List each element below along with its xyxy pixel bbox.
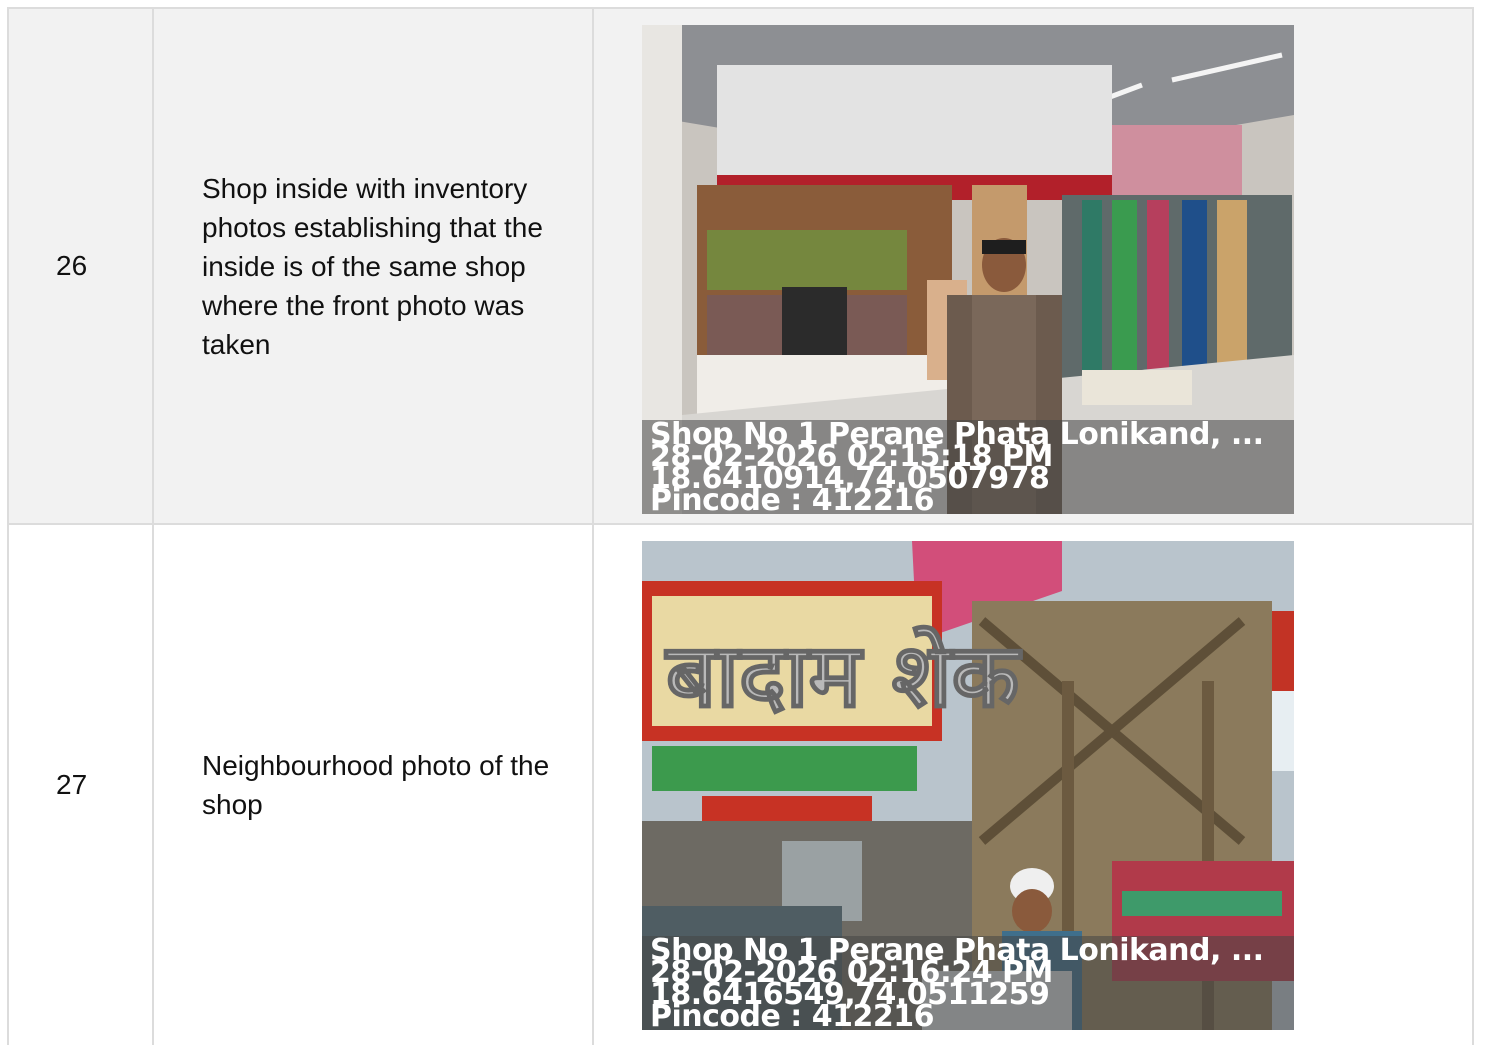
table-row: 27 Neighbourhood photo of the shop बादाम… (7, 525, 1474, 1045)
photo-geotag-stamp: Shop No 1 Perane Phata Lonikand, ... 28-… (642, 936, 1294, 1030)
row-number: 27 (9, 525, 154, 1045)
row-description: Neighbourhood photo of the shop (154, 525, 594, 1045)
shop-inside-photo: Shop No 1 Perane Phata Lonikand, ... 28-… (642, 25, 1294, 514)
table-row: 26 Shop inside with inventory photos est… (7, 9, 1474, 525)
sign-text: बादाम शेक (664, 624, 1023, 727)
row-number: 26 (9, 9, 154, 523)
photo-cell: बादाम शेक Shop No 1 Perane Phata Lonikan… (594, 525, 1472, 1045)
report-table: 26 Shop inside with inventory photos est… (7, 7, 1474, 1045)
row-description: Shop inside with inventory photos establ… (154, 9, 594, 523)
neighbourhood-photo: बादाम शेक Shop No 1 Perane Phata Lonikan… (642, 541, 1294, 1030)
photo-geotag-stamp: Shop No 1 Perane Phata Lonikand, ... 28-… (642, 420, 1294, 514)
photo-cell: Shop No 1 Perane Phata Lonikand, ... 28-… (594, 9, 1472, 523)
